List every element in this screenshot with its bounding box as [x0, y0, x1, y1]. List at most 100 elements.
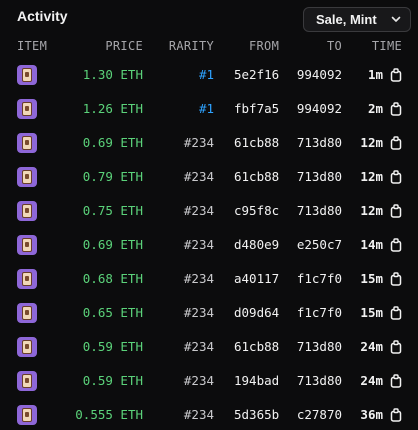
price-value: 0.79 ETH	[82, 169, 143, 184]
time-ago: 2m	[367, 101, 383, 116]
activity-table: ITEM PRICE RARITY FROM TO TIME 1.30 ETH #…	[0, 38, 418, 425]
rarity-value: #1	[198, 67, 214, 82]
to-address[interactable]: c27870	[297, 398, 342, 430]
nft-thumbnail-icon[interactable]	[17, 167, 37, 187]
column-header-rarity: RARITY	[168, 39, 214, 53]
external-link-icon[interactable]	[389, 272, 403, 286]
external-link-icon[interactable]	[389, 340, 403, 354]
to-address[interactable]: 994092	[297, 92, 342, 126]
price-value: 0.59 ETH	[82, 339, 143, 354]
chevron-down-icon	[391, 16, 401, 22]
time-ago: 1m	[367, 67, 383, 82]
to-address[interactable]: 713d80	[297, 194, 342, 228]
nft-thumbnail-icon[interactable]	[17, 133, 37, 153]
external-link-icon[interactable]	[389, 238, 403, 252]
rarity-value: #234	[183, 203, 214, 218]
table-row[interactable]: 1.30 ETH #1 5e2f16 994092 1m	[0, 58, 418, 92]
rarity-value: #234	[183, 237, 214, 252]
table-row[interactable]: 0.69 ETH #234 d480e9 e250c7 14m	[0, 228, 418, 262]
from-address[interactable]: 194bad	[234, 364, 279, 398]
to-address[interactable]: 994092	[297, 58, 342, 92]
from-address[interactable]: d480e9	[234, 228, 279, 262]
price-value: 0.75 ETH	[82, 203, 143, 218]
time-ago: 24m	[360, 373, 383, 388]
external-link-icon[interactable]	[389, 136, 403, 150]
from-address[interactable]: c95f8c	[234, 194, 279, 228]
from-address[interactable]: 5e2f16	[234, 58, 279, 92]
table-row[interactable]: 0.69 ETH #234 61cb88 713d80 12m	[0, 126, 418, 160]
price-value: 0.69 ETH	[82, 135, 143, 150]
time-ago: 24m	[360, 339, 383, 354]
nft-thumbnail-icon[interactable]	[17, 269, 37, 289]
price-value: 0.555 ETH	[75, 407, 143, 422]
to-address[interactable]: f1c7f0	[297, 296, 342, 330]
from-address[interactable]: 5d365b	[234, 398, 279, 430]
table-row[interactable]: 0.75 ETH #234 c95f8c 713d80 12m	[0, 194, 418, 228]
time-ago: 12m	[360, 203, 383, 218]
activity-title: Activity	[17, 8, 68, 24]
time-ago: 12m	[360, 135, 383, 150]
to-address[interactable]: f1c7f0	[297, 262, 342, 296]
price-value: 1.26 ETH	[82, 101, 143, 116]
from-address[interactable]: 61cb88	[234, 330, 279, 364]
price-value: 0.68 ETH	[82, 271, 143, 286]
time-ago: 15m	[360, 305, 383, 320]
nft-thumbnail-icon[interactable]	[17, 201, 37, 221]
table-row[interactable]: 0.59 ETH #234 61cb88 713d80 24m	[0, 330, 418, 364]
event-filter-dropdown[interactable]: Sale, Mint	[303, 7, 411, 32]
external-link-icon[interactable]	[389, 102, 403, 116]
table-row[interactable]: 0.555 ETH #234 5d365b c27870 36m	[0, 398, 418, 430]
column-header-from: FROM	[249, 39, 280, 53]
time-ago: 36m	[360, 407, 383, 422]
to-address[interactable]: 713d80	[297, 126, 342, 160]
column-header-to: TO	[326, 39, 342, 53]
to-address[interactable]: 713d80	[297, 330, 342, 364]
time-ago: 12m	[360, 169, 383, 184]
table-row[interactable]: 0.68 ETH #234 a40117 f1c7f0 15m	[0, 262, 418, 296]
from-address[interactable]: 61cb88	[234, 160, 279, 194]
external-link-icon[interactable]	[389, 170, 403, 184]
to-address[interactable]: 713d80	[297, 364, 342, 398]
price-value: 1.30 ETH	[82, 67, 143, 82]
table-header: ITEM PRICE RARITY FROM TO TIME	[0, 38, 418, 56]
rarity-value: #234	[183, 271, 214, 286]
external-link-icon[interactable]	[389, 408, 403, 422]
nft-thumbnail-icon[interactable]	[17, 303, 37, 323]
time-ago: 15m	[360, 271, 383, 286]
rarity-value: #234	[183, 169, 214, 184]
price-value: 0.69 ETH	[82, 237, 143, 252]
nft-thumbnail-icon[interactable]	[17, 405, 37, 425]
activity-header: Activity Sale, Mint	[0, 0, 418, 36]
rarity-value: #234	[183, 373, 214, 388]
external-link-icon[interactable]	[389, 68, 403, 82]
nft-thumbnail-icon[interactable]	[17, 235, 37, 255]
external-link-icon[interactable]	[389, 306, 403, 320]
event-filter-label: Sale, Mint	[316, 12, 377, 27]
external-link-icon[interactable]	[389, 204, 403, 218]
from-address[interactable]: a40117	[234, 262, 279, 296]
price-value: 0.59 ETH	[82, 373, 143, 388]
external-link-icon[interactable]	[389, 374, 403, 388]
rarity-value: #234	[183, 135, 214, 150]
nft-thumbnail-icon[interactable]	[17, 65, 37, 85]
from-address[interactable]: d09d64	[234, 296, 279, 330]
to-address[interactable]: 713d80	[297, 160, 342, 194]
time-ago: 14m	[360, 237, 383, 252]
column-header-price: PRICE	[105, 39, 143, 53]
column-header-item: ITEM	[17, 39, 48, 53]
nft-thumbnail-icon[interactable]	[17, 337, 37, 357]
price-value: 0.65 ETH	[82, 305, 143, 320]
from-address[interactable]: 61cb88	[234, 126, 279, 160]
from-address[interactable]: fbf7a5	[234, 92, 279, 126]
table-row[interactable]: 0.79 ETH #234 61cb88 713d80 12m	[0, 160, 418, 194]
table-row[interactable]: 1.26 ETH #1 fbf7a5 994092 2m	[0, 92, 418, 126]
nft-thumbnail-icon[interactable]	[17, 99, 37, 119]
rarity-value: #234	[183, 339, 214, 354]
table-row[interactable]: 0.65 ETH #234 d09d64 f1c7f0 15m	[0, 296, 418, 330]
nft-thumbnail-icon[interactable]	[17, 371, 37, 391]
rarity-value: #234	[183, 305, 214, 320]
to-address[interactable]: e250c7	[297, 228, 342, 262]
table-row[interactable]: 0.59 ETH #234 194bad 713d80 24m	[0, 364, 418, 398]
column-header-time: TIME	[371, 39, 402, 53]
rarity-value: #234	[183, 407, 214, 422]
